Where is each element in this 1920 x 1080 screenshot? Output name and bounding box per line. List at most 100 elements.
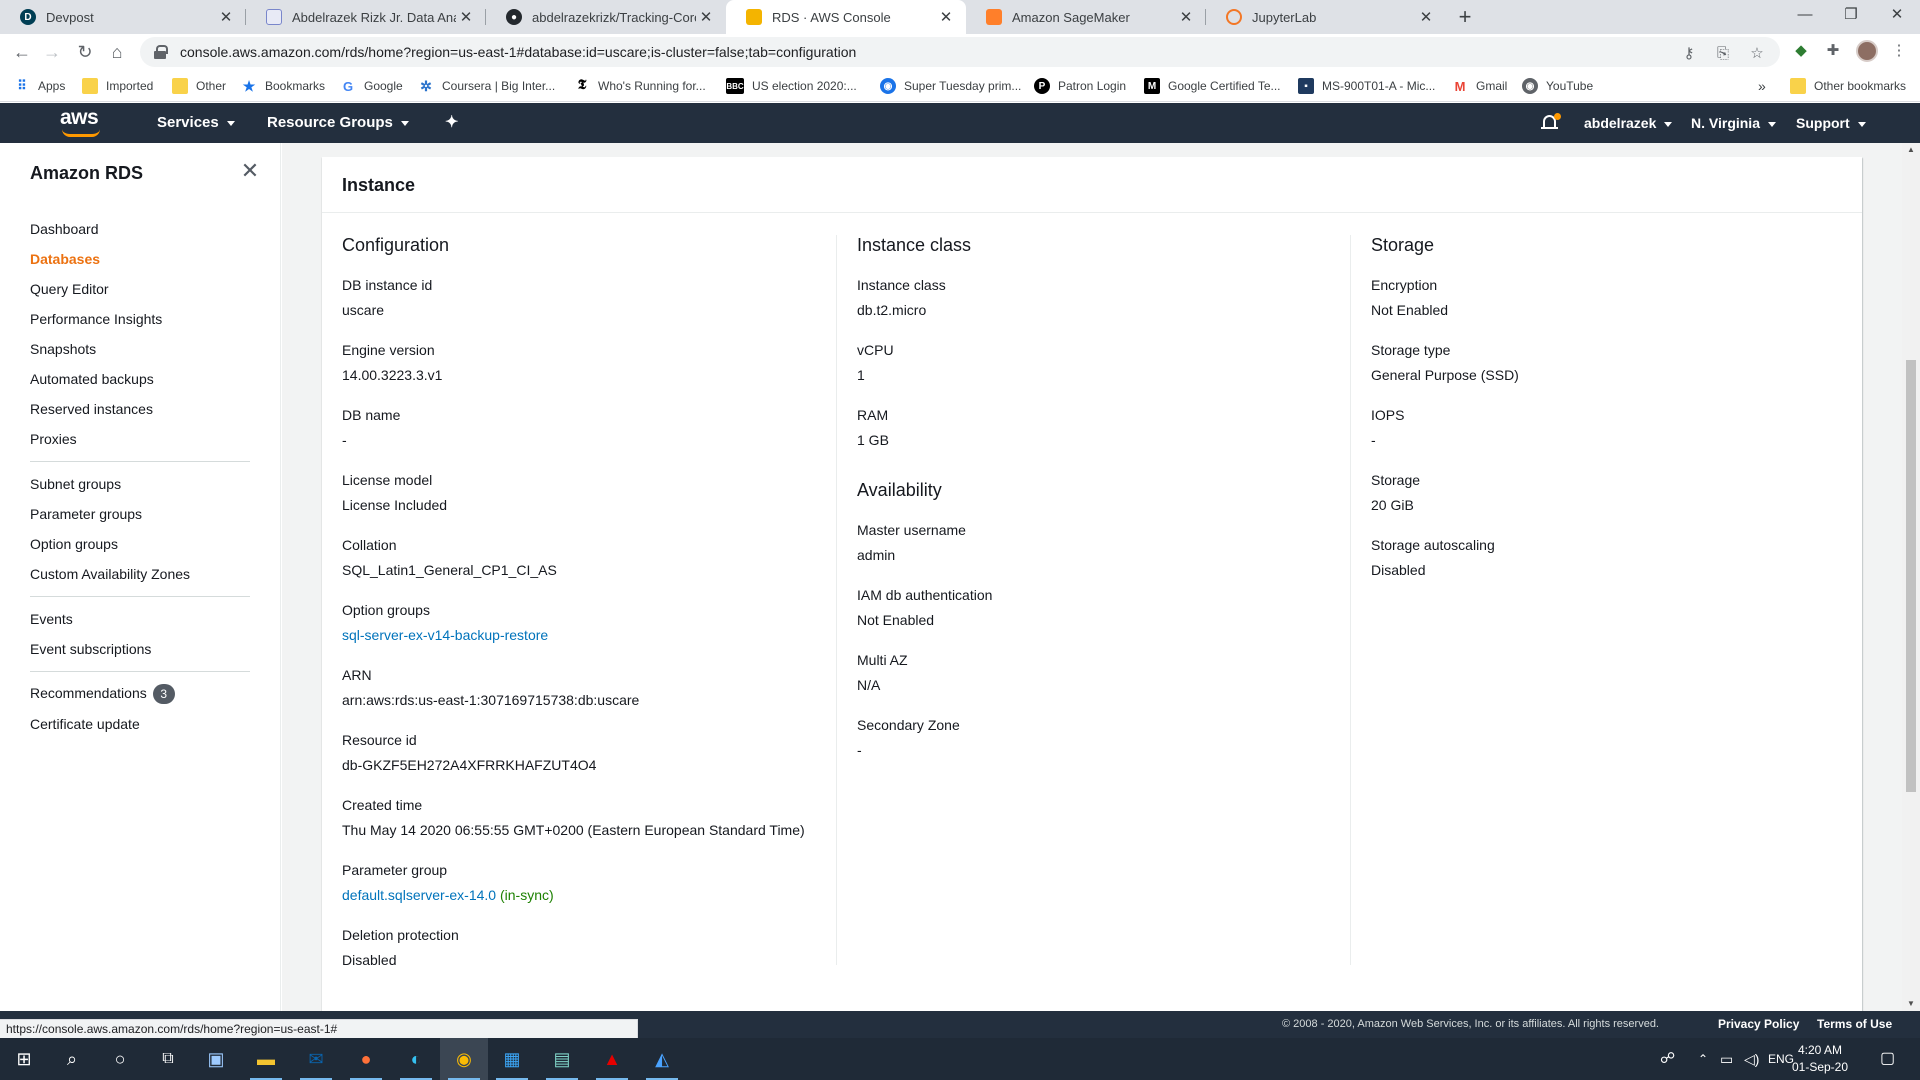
scroll-up-arrow-icon[interactable]: ▲ [1902, 143, 1920, 157]
sidebar-item-automated-backups[interactable]: Automated backups [30, 371, 154, 387]
sidebar-item-proxies[interactable]: Proxies [30, 431, 77, 447]
translate-icon[interactable]: ⎘ [1712, 43, 1734, 65]
task-view-icon[interactable]: ⧉ [144, 1038, 192, 1080]
firefox-icon[interactable]: ● [342, 1038, 390, 1080]
cortana-icon[interactable]: ○ [96, 1038, 144, 1080]
back-button[interactable]: ← [10, 40, 34, 64]
bookmark-bookmarks[interactable]: ★ Bookmarks [241, 77, 325, 95]
other-bookmarks[interactable]: Other bookmarks [1790, 77, 1906, 95]
sidebar-item-certificate-update[interactable]: Certificate update [30, 716, 140, 732]
bookmarks-overflow-button[interactable]: » [1758, 77, 1766, 95]
extensions-puzzle-icon[interactable]: ✚ [1822, 40, 1844, 62]
bookmark-google-certified[interactable]: M Google Certified Te... [1144, 77, 1281, 95]
minimize-window-button[interactable]: — [1782, 0, 1828, 34]
collation-label: Collation [342, 537, 397, 553]
sidebar-item-parameter-groups[interactable]: Parameter groups [30, 506, 142, 522]
bookmark-gmail[interactable]: M Gmail [1452, 77, 1508, 95]
bookmark-ms900[interactable]: ▪ MS-900T01-A - Mic... [1298, 77, 1435, 95]
sidebar-item-option-groups[interactable]: Option groups [30, 536, 118, 552]
bookmark-star-icon[interactable]: ☆ [1746, 43, 1768, 65]
notifications-bell-icon[interactable] [1541, 113, 1561, 133]
bookmark-patron[interactable]: P Patron Login [1034, 77, 1126, 95]
system-clock[interactable]: 4:20 AM 01-Sep-20 [1784, 1042, 1856, 1076]
sql-server-icon[interactable]: ▤ [538, 1038, 586, 1080]
windows-start-icon[interactable]: ⊞ [0, 1038, 48, 1080]
bookmark-coursera[interactable]: ✲ Coursera | Big Inter... [418, 77, 555, 95]
bookmark-bbc[interactable]: BBC US election 2020:... [726, 77, 857, 95]
close-tab-icon[interactable]: ✕ [456, 8, 476, 26]
forward-button[interactable]: → [40, 40, 64, 64]
bookmark-google[interactable]: G Google [340, 77, 403, 95]
close-tab-icon[interactable]: ✕ [1416, 8, 1436, 26]
support-menu[interactable]: Support [1796, 103, 1866, 143]
resource-groups-menu[interactable]: Resource Groups [267, 103, 409, 143]
extension-shield-icon[interactable]: ◆ [1790, 40, 1812, 62]
close-tab-icon[interactable]: ✕ [936, 8, 956, 26]
new-tab-button[interactable]: + [1452, 4, 1478, 30]
bookmark-apps[interactable]: ⠿ Apps [14, 77, 65, 95]
chrome-menu-icon[interactable]: ⋮ [1888, 40, 1910, 62]
option-group-link[interactable]: sql-server-ex-v14-backup-restore [342, 627, 548, 643]
sidebar-item-subnet-groups[interactable]: Subnet groups [30, 476, 121, 492]
address-bar[interactable]: console.aws.amazon.com/rds/home?region=u… [140, 37, 1780, 67]
restore-window-button[interactable]: ❐ [1828, 0, 1874, 34]
key-icon[interactable]: ⚷ [1678, 43, 1700, 65]
chrome-icon[interactable]: ◉ [440, 1038, 488, 1080]
sidebar-item-performance-insights[interactable]: Performance Insights [30, 311, 162, 327]
scrollbar-thumb[interactable] [1906, 360, 1916, 792]
reload-button[interactable]: ↻ [73, 40, 97, 64]
volume-icon[interactable]: ◁) [1744, 1038, 1759, 1080]
file-explorer-icon[interactable]: ▬ [242, 1038, 290, 1080]
privacy-policy-link[interactable]: Privacy Policy [1718, 1017, 1799, 1031]
sidebar-item-query-editor[interactable]: Query Editor [30, 281, 109, 297]
aws-logo[interactable]: aws [60, 107, 104, 137]
profile-avatar[interactable] [1856, 40, 1878, 62]
pin-icon[interactable]: ✦ [445, 103, 458, 143]
close-sidebar-icon[interactable]: ✕ [240, 160, 260, 182]
sidebar-item-reserved-instances[interactable]: Reserved instances [30, 401, 153, 417]
tray-chevron-icon[interactable]: ⌃ [1698, 1038, 1708, 1080]
services-menu[interactable]: Services [157, 103, 235, 143]
bookmark-other[interactable]: Other [172, 77, 226, 95]
storage-size-label: Storage [1371, 472, 1421, 488]
bookmark-super-tuesday[interactable]: ◉ Super Tuesday prim... [880, 77, 1021, 95]
search-icon[interactable]: ⌕ [48, 1038, 96, 1080]
home-button[interactable]: ⌂ [105, 40, 129, 64]
sidebar-item-recommendations[interactable]: Recommendations 3 [30, 684, 175, 704]
browser-tab-github[interactable]: ● abdelrazekrizk/Tracking-Corona ✕ [486, 0, 726, 34]
terms-of-use-link[interactable]: Terms of Use [1817, 1017, 1892, 1031]
azure-data-studio-icon[interactable]: ▦ [488, 1038, 536, 1080]
bookmark-youtube[interactable]: ◉ YouTube [1522, 77, 1593, 95]
page-scrollbar[interactable]: ▲ ▼ [1902, 143, 1920, 1011]
store-icon[interactable]: ▣ [192, 1038, 240, 1080]
close-tab-icon[interactable]: ✕ [696, 8, 716, 26]
sidebar-item-custom-availability-zones[interactable]: Custom Availability Zones [30, 566, 190, 582]
sidebar-item-snapshots[interactable]: Snapshots [30, 341, 96, 357]
region-menu[interactable]: N. Virginia [1691, 103, 1776, 143]
sidebar-item-events[interactable]: Events [30, 611, 73, 627]
acrobat-icon[interactable]: ▲ [588, 1038, 636, 1080]
network-icon[interactable]: ▭ [1720, 1038, 1733, 1080]
browser-tab-devpost[interactable]: D Devpost ✕ [0, 0, 246, 34]
photos-icon[interactable]: ◭ [638, 1038, 686, 1080]
browser-tab-jupyter[interactable]: JupyterLab ✕ [1206, 0, 1446, 34]
account-menu[interactable]: abdelrazek [1584, 103, 1673, 143]
bookmark-nyt[interactable]: 𝕿 Who's Running for... [574, 77, 706, 95]
outlook-icon[interactable]: ✉ [292, 1038, 340, 1080]
close-tab-icon[interactable]: ✕ [216, 8, 236, 26]
browser-tab-rds[interactable]: RDS · AWS Console ✕ [726, 0, 966, 34]
scroll-down-arrow-icon[interactable]: ▼ [1902, 997, 1920, 1011]
sidebar-item-databases[interactable]: Databases [30, 251, 100, 267]
secondary-zone-value: - [857, 742, 862, 758]
close-tab-icon[interactable]: ✕ [1176, 8, 1196, 26]
edge-icon[interactable]: ◐ [392, 1038, 440, 1080]
close-window-button[interactable]: ✕ [1874, 0, 1920, 34]
notifications-icon[interactable]: ▢ [1880, 1038, 1895, 1080]
parameter-group-link[interactable]: default.sqlserver-ex-14.0 [342, 887, 496, 903]
browser-tab-portfolio[interactable]: Abdelrazek Rizk Jr. Data Analyst ✕ [246, 0, 486, 34]
people-icon[interactable]: ☍ [1660, 1038, 1675, 1080]
browser-tab-sagemaker[interactable]: Amazon SageMaker ✕ [966, 0, 1206, 34]
sidebar-item-event-subscriptions[interactable]: Event subscriptions [30, 641, 151, 657]
sidebar-item-dashboard[interactable]: Dashboard [30, 221, 99, 237]
bookmark-imported[interactable]: Imported [82, 77, 153, 95]
